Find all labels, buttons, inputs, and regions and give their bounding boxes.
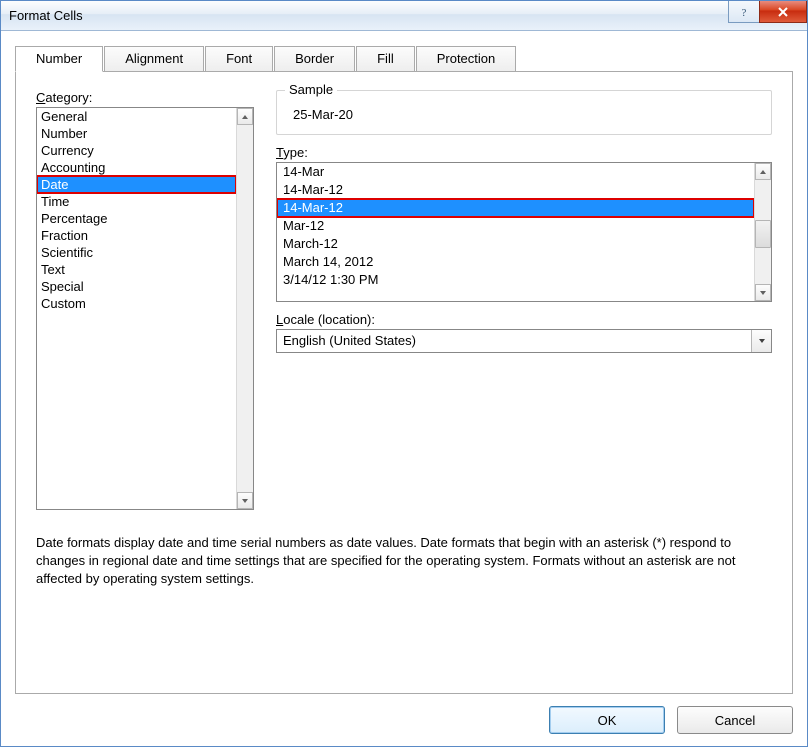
scroll-track[interactable] (755, 180, 771, 284)
category-scrollbar[interactable] (236, 108, 253, 509)
sample-group: Sample 25-Mar-20 (276, 90, 772, 135)
category-item[interactable]: Date (37, 176, 236, 193)
category-listbox[interactable]: GeneralNumberCurrencyAccountingDateTimeP… (36, 107, 254, 510)
ok-button[interactable]: OK (549, 706, 665, 734)
scroll-thumb[interactable] (755, 220, 771, 248)
window-controls: ? (729, 1, 807, 23)
client-area: NumberAlignmentFontBorderFillProtection … (1, 31, 807, 746)
locale-label: Locale (location): (276, 312, 772, 327)
tab-strip: NumberAlignmentFontBorderFillProtection (15, 45, 793, 71)
window-title: Format Cells (9, 8, 83, 23)
category-item[interactable]: General (37, 108, 236, 125)
tab-font[interactable]: Font (205, 46, 273, 72)
sample-legend: Sample (285, 82, 337, 97)
category-item[interactable]: Text (37, 261, 236, 278)
details-column: Sample 25-Mar-20 Type: 14-Mar14-Mar-1214… (276, 90, 772, 510)
cancel-button[interactable]: Cancel (677, 706, 793, 734)
locale-combobox[interactable]: English (United States) (276, 329, 772, 353)
category-item[interactable]: Time (37, 193, 236, 210)
tab-fill[interactable]: Fill (356, 46, 415, 72)
category-item[interactable]: Number (37, 125, 236, 142)
category-item[interactable]: Fraction (37, 227, 236, 244)
category-item[interactable]: Currency (37, 142, 236, 159)
type-listbox[interactable]: 14-Mar14-Mar-1214-Mar-12Mar-12March-12Ma… (276, 162, 772, 302)
category-item[interactable]: Percentage (37, 210, 236, 227)
category-item[interactable]: Special (37, 278, 236, 295)
category-column: Category: GeneralNumberCurrencyAccountin… (36, 90, 254, 510)
description-text: Date formats display date and time seria… (36, 534, 772, 588)
type-label: Type: (276, 145, 772, 160)
type-item[interactable]: March 14, 2012 (277, 253, 754, 271)
type-item[interactable]: 14-Mar (277, 163, 754, 181)
category-item[interactable]: Custom (37, 295, 236, 312)
category-item[interactable]: Accounting (37, 159, 236, 176)
tab-border[interactable]: Border (274, 46, 355, 72)
locale-value: English (United States) (277, 330, 751, 352)
type-item[interactable]: 14-Mar-12 (277, 181, 754, 199)
tab-protection[interactable]: Protection (416, 46, 517, 72)
type-item[interactable]: March-12 (277, 235, 754, 253)
scroll-up-button[interactable] (755, 163, 771, 180)
category-label: Category: (36, 90, 254, 105)
scroll-down-button[interactable] (755, 284, 771, 301)
scroll-track[interactable] (237, 125, 253, 492)
type-scrollbar[interactable] (754, 163, 771, 301)
titlebar: Format Cells ? (1, 1, 807, 31)
dialog-footer: OK Cancel (15, 694, 793, 734)
dropdown-button[interactable] (751, 330, 771, 352)
upper-area: Category: GeneralNumberCurrencyAccountin… (36, 90, 772, 510)
tab-number[interactable]: Number (15, 46, 103, 72)
help-button[interactable]: ? (728, 1, 760, 23)
type-item[interactable]: Mar-12 (277, 217, 754, 235)
format-cells-dialog: Format Cells ? NumberAlignmentFontBorder… (0, 0, 808, 747)
scroll-down-button[interactable] (237, 492, 253, 509)
svg-text:?: ? (742, 7, 747, 18)
tab-alignment[interactable]: Alignment (104, 46, 204, 72)
type-item[interactable]: 14-Mar-12 (277, 199, 754, 217)
category-item[interactable]: Scientific (37, 244, 236, 261)
tab-page-number: Category: GeneralNumberCurrencyAccountin… (15, 71, 793, 694)
close-button[interactable] (759, 1, 807, 23)
type-item[interactable]: 3/14/12 1:30 PM (277, 271, 754, 289)
scroll-up-button[interactable] (237, 108, 253, 125)
sample-value: 25-Mar-20 (287, 103, 761, 124)
